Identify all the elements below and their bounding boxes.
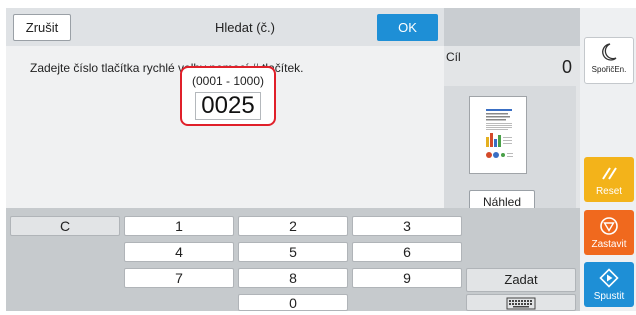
dialog-title: Hledat (č.) [215, 20, 275, 35]
key-0[interactable]: 0 [238, 294, 348, 311]
reset-label: Reset [595, 186, 623, 197]
key-4[interactable]: 4 [124, 242, 234, 262]
document-thumbnail [469, 96, 527, 174]
number-input[interactable]: 0025 [195, 92, 261, 120]
start-label: Spustit [593, 291, 625, 302]
key-8[interactable]: 8 [238, 268, 348, 288]
keyboard-button[interactable] [466, 294, 576, 311]
ok-button[interactable]: OK [377, 14, 438, 41]
key-3[interactable]: 3 [352, 216, 462, 236]
destination-count: 0 [562, 57, 573, 77]
key-6[interactable]: 6 [352, 242, 462, 262]
document-preview-icon [486, 109, 513, 158]
energy-saver-button[interactable]: SpořičEn. [584, 37, 634, 84]
key-1[interactable]: 1 [124, 216, 234, 236]
energy-saver-label: SpořičEn. [591, 65, 627, 74]
key-2[interactable]: 2 [238, 216, 348, 236]
enter-button[interactable]: Zadat [466, 268, 576, 292]
key-7[interactable]: 7 [124, 268, 234, 288]
start-button[interactable]: Spustit [584, 262, 634, 307]
clear-key[interactable]: C [10, 216, 120, 236]
cancel-button[interactable]: Zrušit [13, 14, 71, 41]
stop-icon [600, 217, 618, 235]
reset-button[interactable]: Reset [584, 157, 634, 202]
destination-label: Cíl [446, 50, 461, 64]
key-5[interactable]: 5 [238, 242, 348, 262]
reset-icon [602, 167, 617, 180]
start-icon [599, 268, 619, 288]
keyboard-icon [506, 297, 536, 310]
number-input-highlight: (0001 - 1000) 0025 [180, 66, 276, 126]
moon-icon [602, 43, 617, 61]
stop-button[interactable]: Zastavit [584, 210, 634, 255]
key-9[interactable]: 9 [352, 268, 462, 288]
stop-label: Zastavit [591, 239, 627, 250]
range-label: (0001 - 1000) [191, 74, 265, 88]
